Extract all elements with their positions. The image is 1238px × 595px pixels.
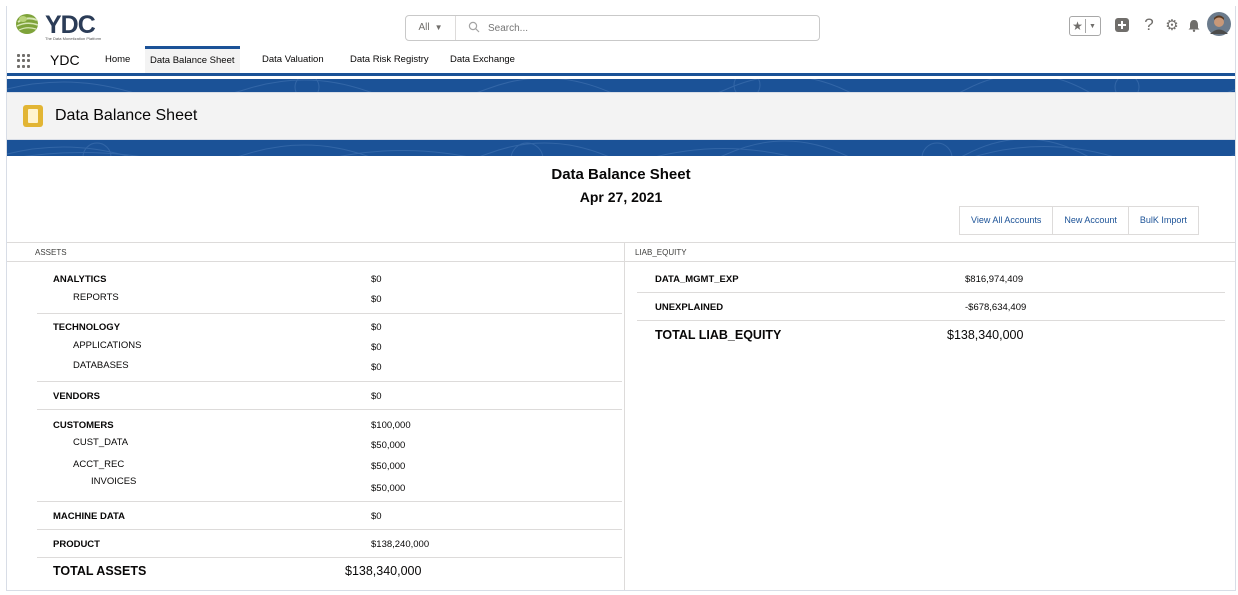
asset-value-analytics: $0: [371, 274, 382, 285]
asset-value-product: $138,240,000: [371, 539, 430, 550]
asset-value-applications: $0: [371, 342, 382, 353]
asset-value-databases: $0: [371, 362, 382, 373]
page-title: Data Balance Sheet: [55, 107, 198, 124]
favorites-star-icon: ★: [1072, 19, 1083, 33]
asset-label-customers: CUSTOMERS: [53, 420, 114, 431]
total-liab-equity-label: TOTAL LIAB_EQUITY: [655, 328, 782, 342]
asset-label-vendors: VENDORS: [53, 391, 100, 402]
globe-logo-icon: [16, 14, 39, 34]
tab-data-exchange[interactable]: Data Exchange: [445, 46, 520, 73]
row-divider: [37, 529, 622, 530]
balance-sheet-report: Data Balance Sheet Apr 27, 2021 View All…: [7, 156, 1235, 590]
row-divider: [37, 501, 622, 502]
ydc-logo[interactable]: YDC The Data Monetization Platform: [15, 10, 107, 42]
asset-value-customers: $100,000: [371, 420, 411, 431]
asset-value-reports: $0: [371, 294, 382, 305]
app-name: YDC: [50, 52, 80, 68]
app-launcher-icon[interactable]: [17, 54, 31, 68]
asset-value-technology: $0: [371, 322, 382, 333]
asset-label-analytics: ANALYTICS: [53, 274, 107, 285]
search-scope-dropdown[interactable]: All ▼: [406, 16, 456, 40]
row-divider: [37, 409, 622, 410]
row-divider: [637, 320, 1225, 321]
app-window: YDC The Data Monetization Platform All ▼ …: [6, 6, 1236, 591]
page-header: Data Balance Sheet: [7, 92, 1235, 140]
tab-data-valuation[interactable]: Data Valuation: [257, 46, 329, 73]
liab-value-unexplained: -$678,634,409: [965, 302, 1027, 313]
help-icon[interactable]: ?: [1141, 12, 1157, 38]
assets-table: ANALYTICS $0 REPORTS $0 TECHNOLOGY $0 AP…: [7, 156, 624, 590]
asset-value-vendors: $0: [371, 391, 382, 402]
total-assets-label: TOTAL ASSETS: [53, 564, 147, 578]
asset-label-invoices: INVOICES: [91, 476, 137, 487]
chevron-down-icon: ▼: [434, 23, 443, 32]
add-icon[interactable]: [1113, 12, 1131, 38]
header-utility-icons: ★ ▼ ? ⚙: [1069, 10, 1231, 42]
notification-bell-icon[interactable]: [1185, 12, 1203, 38]
asset-label-product: PRODUCT: [53, 539, 100, 550]
app-navigation-bar: YDC Home Data Balance Sheet Data Valuati…: [7, 46, 1235, 76]
asset-value-machine-data: $0: [371, 511, 382, 522]
chevron-down-icon: ▼: [1089, 22, 1096, 30]
asset-value-invoices: $50,000: [371, 483, 406, 494]
asset-value-acct-rec: $50,000: [371, 461, 406, 472]
search-scope-label: All: [418, 22, 430, 33]
setup-gear-icon[interactable]: ⚙: [1163, 12, 1181, 38]
balance-sheet-page-icon: [23, 105, 43, 127]
row-divider: [37, 557, 622, 558]
user-avatar[interactable]: [1207, 10, 1231, 38]
search-icon: [468, 21, 480, 33]
asset-label-databases: DATABASES: [73, 360, 129, 371]
asset-label-reports: REPORTS: [73, 292, 119, 303]
liab-equity-table: DATA_MGMT_EXP $816,974,409 UNEXPLAINED -…: [625, 156, 1235, 590]
logo-tagline: The Data Monetization Platform: [45, 36, 102, 41]
liab-value-data-mgmt-exp: $816,974,409: [965, 274, 1024, 285]
asset-label-applications: APPLICATIONS: [73, 340, 142, 351]
row-divider: [637, 292, 1225, 293]
total-liab-equity-value: $138,340,000: [947, 328, 1024, 342]
liab-label-data-mgmt-exp: DATA_MGMT_EXP: [655, 274, 739, 285]
global-header: YDC The Data Monetization Platform All ▼ …: [7, 6, 1235, 46]
row-divider: [37, 313, 622, 314]
row-divider: [37, 381, 622, 382]
global-search: All ▼: [405, 15, 820, 41]
asset-label-technology: TECHNOLOGY: [53, 322, 121, 333]
asset-value-cust-data: $50,000: [371, 440, 406, 451]
liab-label-unexplained: UNEXPLAINED: [655, 302, 724, 313]
total-assets-value: $138,340,000: [345, 564, 422, 578]
search-input[interactable]: [488, 18, 808, 38]
tab-data-balance-sheet[interactable]: Data Balance Sheet: [145, 46, 240, 73]
tab-data-risk-registry[interactable]: Data Risk Registry: [345, 46, 434, 73]
asset-label-machine-data: MACHINE DATA: [53, 511, 125, 522]
favorites-button[interactable]: ★ ▼: [1069, 16, 1101, 36]
asset-label-acct-rec: ACCT_REC: [73, 459, 125, 470]
asset-label-cust-data: CUST_DATA: [73, 437, 129, 448]
tab-home[interactable]: Home: [100, 46, 135, 73]
